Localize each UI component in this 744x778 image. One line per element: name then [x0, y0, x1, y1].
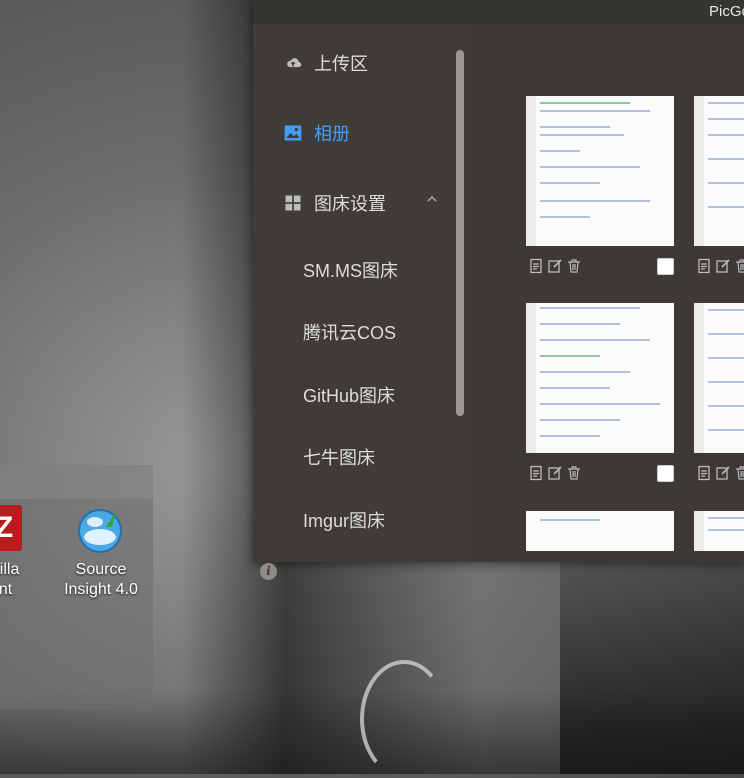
- edit-icon[interactable]: [547, 258, 563, 274]
- picgo-window: PicGo 上传区 相册 图床设置: [253, 0, 744, 580]
- copy-link-icon[interactable]: [528, 465, 544, 481]
- gallery-thumbnail[interactable]: [526, 96, 674, 246]
- sidebar-item-label: 相册: [314, 124, 350, 144]
- sidebar-subitem-smms[interactable]: SM.MS图床: [303, 257, 398, 283]
- thumbnail-actions: [696, 465, 744, 481]
- chevron-up-icon[interactable]: [427, 194, 437, 204]
- info-icon[interactable]: i: [260, 563, 277, 580]
- gallery-thumbnail[interactable]: [694, 511, 744, 551]
- sidebar-subitem-tencent-cos[interactable]: 腾讯云COS: [303, 319, 396, 345]
- sidebar-item-gallery[interactable]: 相册: [283, 120, 350, 146]
- edit-icon[interactable]: [715, 465, 731, 481]
- sidebar-item-upload[interactable]: 上传区: [283, 50, 368, 76]
- thumbnail-actions: [528, 258, 585, 274]
- sidebar-scrollbar[interactable]: [456, 50, 464, 416]
- delete-icon[interactable]: [566, 258, 582, 274]
- sidebar: 上传区 相册 图床设置 SM.MS图床 腾讯云COS GitHub图床 七牛图床…: [253, 24, 465, 580]
- select-checkbox[interactable]: [657, 465, 674, 482]
- gallery-thumbnail[interactable]: [694, 96, 744, 246]
- gallery-thumbnail[interactable]: [526, 511, 674, 551]
- copy-link-icon[interactable]: [696, 465, 712, 481]
- app-title: PicGo: [709, 3, 744, 20]
- grid-icon: [285, 195, 301, 211]
- wallpaper-earring: [360, 660, 448, 778]
- sidebar-item-picbed-settings[interactable]: 图床设置: [283, 190, 386, 216]
- desktop-panel-band: [0, 465, 153, 499]
- delete-icon[interactable]: [734, 465, 744, 481]
- title-bar[interactable]: PicGo: [253, 0, 744, 24]
- copy-link-icon[interactable]: [696, 258, 712, 274]
- delete-icon[interactable]: [734, 258, 744, 274]
- source-insight-icon[interactable]: [76, 507, 124, 555]
- image-icon: [284, 125, 302, 141]
- sidebar-subitem-github[interactable]: GitHub图床: [303, 382, 395, 408]
- filezilla-label[interactable]: Zilla ent: [0, 560, 30, 600]
- gallery-thumbnail[interactable]: [526, 303, 674, 453]
- thumbnail-actions: [528, 465, 585, 481]
- copy-link-icon[interactable]: [528, 258, 544, 274]
- sidebar-item-label: 图床设置: [314, 194, 386, 214]
- edit-icon[interactable]: [715, 258, 731, 274]
- source-insight-label[interactable]: Source Insight 4.0: [58, 560, 144, 600]
- edit-icon[interactable]: [547, 465, 563, 481]
- cloud-upload-icon: [287, 58, 302, 68]
- filezilla-icon[interactable]: Z: [0, 505, 22, 551]
- sidebar-item-label: 上传区: [314, 54, 368, 74]
- gallery-thumbnail[interactable]: [694, 303, 744, 453]
- gallery-grid: [465, 24, 744, 562]
- sidebar-subitem-qiniu[interactable]: 七牛图床: [303, 444, 375, 470]
- thumbnail-actions: [696, 258, 744, 274]
- select-checkbox[interactable]: [657, 258, 674, 275]
- sidebar-subitem-imgur[interactable]: Imgur图床: [303, 507, 385, 533]
- delete-icon[interactable]: [566, 465, 582, 481]
